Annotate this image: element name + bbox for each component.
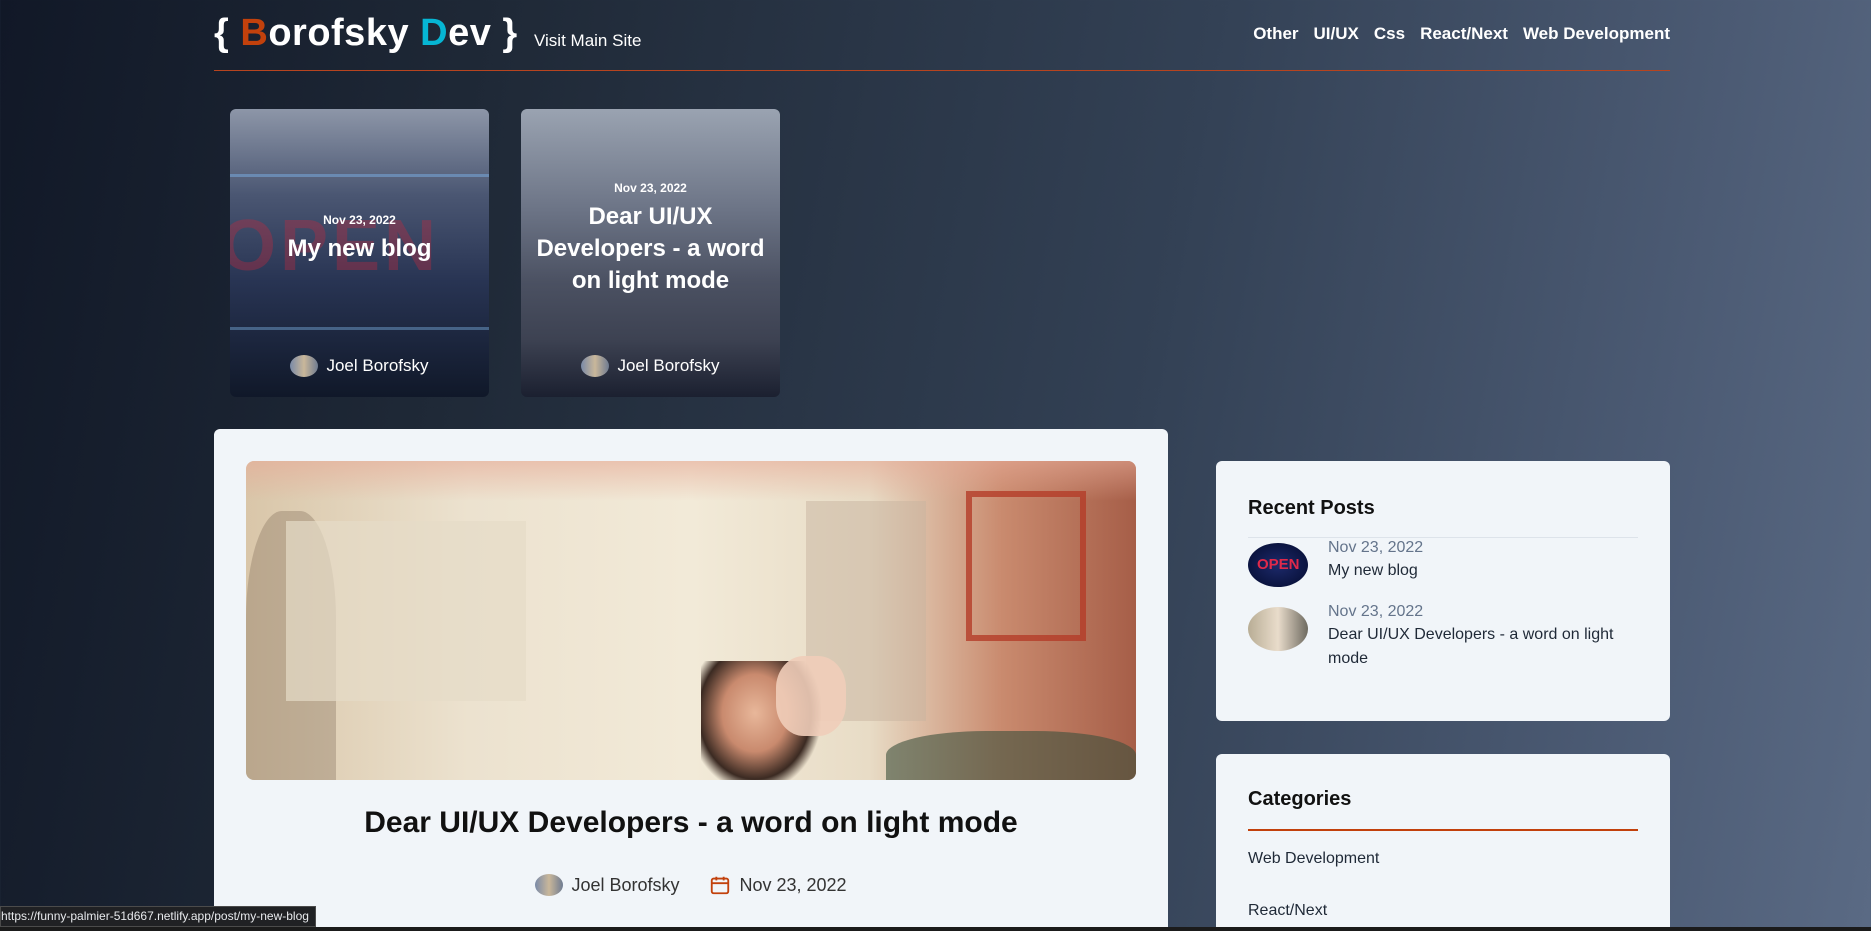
article-author-name: Joel Borofsky xyxy=(571,874,680,895)
nav-link-react-next[interactable]: React/Next xyxy=(1420,24,1508,44)
avatar xyxy=(535,874,564,896)
card-content: Nov 23, 2022 My new blog xyxy=(230,213,489,265)
card-content: Nov 23, 2022 Dear UI/UX Developers - a w… xyxy=(521,181,780,297)
nav-link-css[interactable]: Css xyxy=(1374,24,1405,44)
recent-post-date: Nov 23, 2022 xyxy=(1328,539,1424,556)
article-date: Nov 23, 2022 xyxy=(709,874,847,896)
category-nav: Other UI/UX Css React/Next Web Developme… xyxy=(1253,24,1670,44)
recent-post-text: Nov 23, 2022 My new blog xyxy=(1328,539,1423,587)
featured-post-card[interactable]: OPEN Nov 23, 2022 My new blog Joel Borof… xyxy=(230,109,489,397)
recent-posts-heading: Recent Posts xyxy=(1248,497,1375,519)
card-image-neon-line xyxy=(230,174,489,177)
article-date-text: Nov 23, 2022 xyxy=(739,874,847,895)
hero-tower xyxy=(966,491,1086,641)
window-bottom-edge xyxy=(0,927,1871,931)
card-date: Nov 23, 2022 xyxy=(614,181,687,195)
hero-hand xyxy=(776,656,846,736)
recent-post-item[interactable]: Nov 23, 2022 Dear UI/UX Developers - a w… xyxy=(1248,603,1638,671)
card-date: Nov 23, 2022 xyxy=(323,213,396,227)
avatar xyxy=(581,355,610,377)
logo-initial-b: B xyxy=(240,12,269,54)
logo-initial-d: D xyxy=(420,12,449,54)
divider xyxy=(1248,537,1638,538)
avatar xyxy=(290,355,319,377)
card-author-name: Joel Borofsky xyxy=(617,356,720,375)
card-author: Joel Borofsky xyxy=(521,355,780,377)
logo-open-brace: { xyxy=(214,12,241,54)
hero-foliage xyxy=(886,731,1136,780)
recent-post-date: Nov 23, 2022 xyxy=(1328,603,1424,620)
logo-dev-rest: ev xyxy=(448,12,492,54)
article-panel: Dear UI/UX Developers - a word on light … xyxy=(214,429,1168,931)
article-title: Dear UI/UX Developers - a word on light … xyxy=(364,806,1018,839)
site-header: { Borofsky Dev } Visit Main Site Other U… xyxy=(214,0,1670,71)
link-preview-status-bar: https://funny-palmier-51d667.netlify.app… xyxy=(0,906,316,927)
categories-heading: Categories xyxy=(1248,788,1352,810)
card-image-neon-line xyxy=(230,327,489,330)
recent-post-title: Dear UI/UX Developers - a word on light … xyxy=(1328,626,1614,667)
post-thumbnail xyxy=(1248,543,1308,587)
visit-main-site-link[interactable]: Visit Main Site xyxy=(534,31,641,51)
hero-building xyxy=(286,521,526,701)
recent-posts-widget: Recent Posts Nov 23, 2022 My new blog No… xyxy=(1216,461,1670,721)
card-author-name: Joel Borofsky xyxy=(326,356,429,375)
article-author: Joel Borofsky xyxy=(535,874,679,896)
article-hero-image xyxy=(246,461,1136,780)
categories-widget: Categories Web Development React/Next xyxy=(1216,754,1670,931)
category-link-web-development[interactable]: Web Development xyxy=(1248,850,1379,868)
category-link-react-next[interactable]: React/Next xyxy=(1248,902,1327,920)
card-author: Joel Borofsky xyxy=(230,355,489,377)
article-meta: Joel Borofsky Nov 23, 2022 xyxy=(214,874,1168,896)
recent-post-text: Nov 23, 2022 Dear UI/UX Developers - a w… xyxy=(1328,603,1638,671)
recent-post-title: My new blog xyxy=(1328,562,1418,579)
logo-word-rest: orofsky xyxy=(268,12,421,54)
divider xyxy=(1248,829,1638,831)
site-logo[interactable]: { Borofsky Dev } xyxy=(214,12,518,55)
nav-link-other[interactable]: Other xyxy=(1253,24,1298,44)
nav-link-web-development[interactable]: Web Development xyxy=(1523,24,1670,44)
featured-post-card[interactable]: Nov 23, 2022 Dear UI/UX Developers - a w… xyxy=(521,109,780,397)
post-thumbnail xyxy=(1248,607,1308,651)
recent-post-item[interactable]: Nov 23, 2022 My new blog xyxy=(1248,539,1638,587)
calendar-icon xyxy=(711,876,730,895)
card-title: My new blog xyxy=(287,235,432,262)
card-title: Dear UI/UX Developers - a word on light … xyxy=(536,203,765,294)
nav-link-ui-ux[interactable]: UI/UX xyxy=(1314,24,1359,44)
logo-close-brace: } xyxy=(491,12,518,54)
